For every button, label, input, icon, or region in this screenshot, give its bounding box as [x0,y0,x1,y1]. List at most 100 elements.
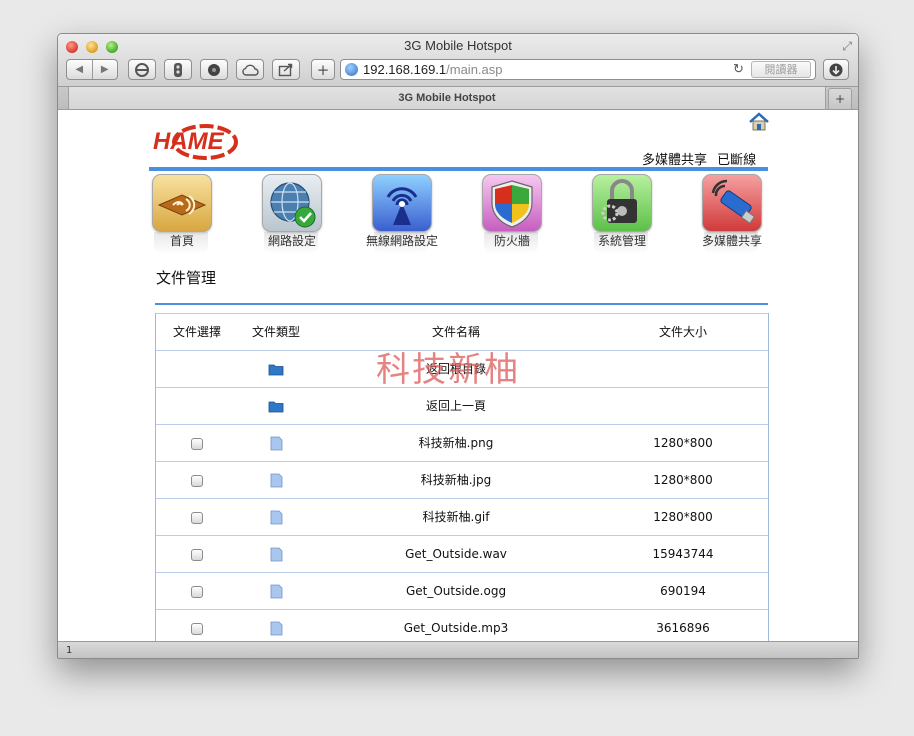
traffic-light-button[interactable] [164,59,192,80]
url-text[interactable]: 192.168.169.1/main.asp [363,62,503,77]
col-header-size: 文件大小 [658,325,707,339]
file-checkbox[interactable] [191,511,203,524]
nav-label-system: 系統管理 [597,234,646,248]
hame-logo: HAME [153,124,238,160]
header-status: 多媒體共享 已斷線 [636,149,756,168]
traffic-light-icon [174,62,182,77]
nav-item-system[interactable]: 系統管理 [572,172,672,256]
status-bar: 1 [58,641,858,658]
url-path: /main.asp [446,62,503,77]
wireless-antenna-icon [372,174,432,232]
globe-icon [345,63,358,76]
file-icon [270,510,282,525]
table-row: 科技新柚.gif 1280*800 [156,499,768,536]
table-row: 科技新柚.jpg 1280*800 [156,462,768,499]
file-checkbox[interactable] [191,548,203,561]
file-size: 15943744 [652,547,714,561]
section-divider [155,303,768,305]
firewall-shield-icon [482,174,542,232]
file-name[interactable]: 返回上一頁 [314,388,598,424]
padlock-gear-icon [592,174,652,232]
record-button[interactable] [200,59,228,80]
status-text: 1 [66,645,73,656]
new-tab-button[interactable]: + [828,88,852,109]
reload-icon[interactable]: ↻ [733,61,744,77]
home-icon[interactable] [748,111,770,133]
home-speaker-icon [152,174,212,232]
table-row: Get_Outside.mp3 3616896 [156,610,768,641]
nav-item-media-share[interactable]: 多媒體共享 [682,172,782,256]
browser-window: 3G Mobile Hotspot ⤢ ◀ ▶ + 192.168.169.1/… [57,33,859,659]
tab-bar: 3G Mobile Hotspot + [58,87,858,110]
connection-status: 已斷線 [717,153,757,168]
nav-label-firewall: 防火牆 [493,234,530,248]
title-bar: 3G Mobile Hotspot ⤢ ◀ ▶ + 192.168.169.1/… [58,34,858,87]
file-name[interactable]: Get_Outside.wav [314,536,598,572]
nav-label-home: 首頁 [169,234,194,248]
tab-active[interactable]: 3G Mobile Hotspot [68,87,826,109]
media-share-link[interactable]: 多媒體共享 [642,153,707,168]
back-forward-buttons: ◀ ▶ [66,59,118,80]
globe-check-icon [262,174,322,232]
window-title: 3G Mobile Hotspot [404,38,512,53]
file-icon [270,621,282,636]
ie-compat-button[interactable] [128,59,156,80]
ie-icon [135,62,149,77]
nav-label-wireless: 無線網路設定 [365,234,438,248]
file-icon [270,473,282,488]
folder-icon[interactable] [268,363,284,376]
file-size: 1280*800 [653,473,713,487]
nav-label-media-share: 多媒體共享 [701,234,762,248]
file-icon [270,547,282,562]
nav-label-network: 網路設定 [267,234,316,248]
file-icon [270,584,282,599]
nav-item-home[interactable]: 首頁 [132,172,232,256]
address-bar[interactable]: 192.168.169.1/main.asp ↻ 閱讀器 [340,59,816,80]
cloud-icon [242,64,259,76]
header-divider [149,167,768,171]
file-size [598,351,768,387]
table-row-up[interactable]: 返回上一頁 [156,388,768,425]
table-row: Get_Outside.wav 15943744 [156,536,768,573]
icloud-button[interactable] [236,59,264,80]
file-size: 1280*800 [653,510,713,524]
forward-button[interactable]: ▶ [93,64,118,75]
file-size: 1280*800 [653,436,713,450]
file-name[interactable]: 科技新柚.jpg [314,462,598,498]
file-checkbox[interactable] [191,585,203,598]
file-checkbox[interactable] [191,622,203,635]
url-host: 192.168.169.1 [363,62,447,77]
share-button[interactable] [272,59,300,80]
back-button[interactable]: ◀ [67,64,92,75]
page-content: HAME 多媒體共享 已斷線 首頁 網路設定 無線網路設定 防火牆 系統管理 多… [58,110,858,641]
file-size: 690194 [660,584,706,598]
folder-icon[interactable] [268,400,284,413]
table-row: 科技新柚.png 1280*800 [156,425,768,462]
nav-item-firewall[interactable]: 防火牆 [462,172,562,256]
record-icon [208,63,220,76]
nav-item-network[interactable]: 網路設定 [242,172,342,256]
file-name[interactable]: 科技新柚.gif [314,499,598,535]
fullscreen-icon[interactable]: ⤢ [842,39,852,54]
file-name[interactable]: Get_Outside.ogg [314,573,598,609]
nav-item-wireless[interactable]: 無線網路設定 [352,172,452,256]
file-size: 3616896 [656,621,710,635]
download-icon [829,63,843,76]
table-row: Get_Outside.ogg 690194 [156,573,768,610]
watermark: 科技新柚 [376,350,520,390]
share-icon [278,63,293,76]
col-header-type: 文件類型 [251,325,300,339]
file-icon [270,436,282,451]
file-checkbox[interactable] [191,437,203,450]
file-size [598,388,768,424]
add-bookmark-button[interactable]: + [311,59,335,80]
usb-stick-icon [702,174,762,232]
file-name[interactable]: Get_Outside.mp3 [314,610,598,641]
file-name[interactable]: 科技新柚.png [314,425,598,461]
logo-text: HAME [153,128,225,155]
reader-button[interactable]: 閱讀器 [751,61,811,78]
downloads-button[interactable] [823,59,849,80]
page-title: 文件管理 [156,269,217,287]
col-header-select: 文件選擇 [172,325,221,339]
file-checkbox[interactable] [191,474,203,487]
